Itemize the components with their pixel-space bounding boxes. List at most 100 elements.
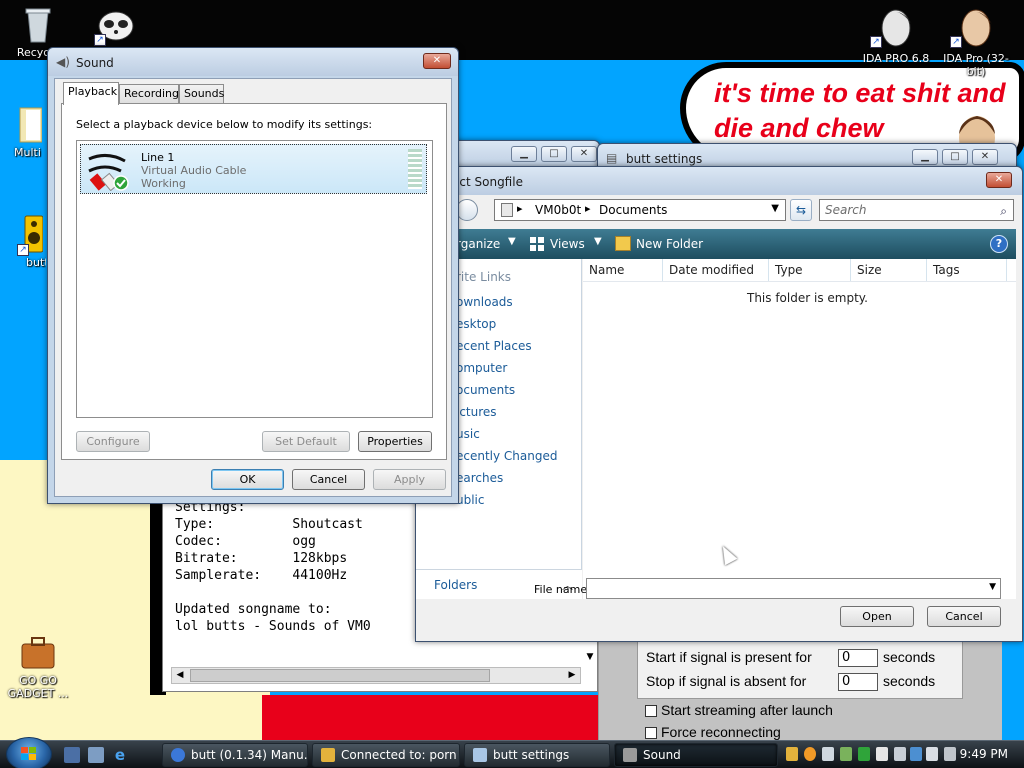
sound-dialog[interactable]: ◀) Sound ✕ Playback Recording Sounds Sel… — [47, 47, 459, 504]
desktop-icon-multi[interactable]: Multi — [0, 104, 44, 159]
butt-tray-icon[interactable] — [786, 747, 798, 761]
force-reconnect-checkbox[interactable] — [645, 727, 657, 739]
help-icon[interactable]: ? — [990, 235, 1008, 253]
nav-link-downloads[interactable]: ownloads — [456, 295, 513, 309]
nav-link-searches[interactable]: earches — [456, 471, 503, 485]
shortcut-arrow-icon: ↗ — [870, 36, 882, 48]
desktop-icon-raccoon[interactable]: ↗ — [78, 4, 154, 46]
column-header-name[interactable]: Name — [583, 259, 663, 281]
folder-location-icon — [501, 203, 513, 217]
tab-playback[interactable]: Playback — [63, 82, 119, 105]
switch-windows-icon[interactable] — [88, 747, 104, 763]
close-button[interactable]: ✕ — [972, 149, 998, 165]
taskbar: e butt (0.1.34) Manu... Connected to: po… — [0, 737, 1024, 768]
nav-link-recently-changed[interactable]: ecently Changed — [456, 449, 557, 463]
nav-link-documents[interactable]: ocuments — [456, 383, 515, 397]
nav-link-pictures[interactable]: ictures — [456, 405, 497, 419]
stop-signal-seconds-input[interactable]: 0 — [838, 673, 878, 691]
device-status: Working — [141, 177, 186, 190]
close-button[interactable]: ✕ — [423, 53, 451, 69]
tray-icon[interactable] — [910, 747, 922, 761]
desktop-icon-butt[interactable]: ↗ butt — [0, 214, 46, 269]
document-tray-icon[interactable] — [822, 747, 834, 761]
desktop-icon-ida-pro-68[interactable]: ↗ IDA PRO 6.8 — [858, 2, 934, 65]
breadcrumb-documents[interactable]: Documents — [599, 203, 667, 217]
desktop-icon-gogo-gadget[interactable]: GO GO GADGET ... — [0, 632, 76, 700]
open-button[interactable]: Open — [840, 606, 914, 627]
file-list[interactable]: Name Date modified Type Size Tags This f… — [583, 259, 1016, 599]
column-header-size[interactable]: Size — [851, 259, 927, 281]
close-button[interactable]: ✕ — [986, 172, 1012, 188]
chevron-down-icon[interactable]: ▼ — [989, 582, 996, 592]
signal-settings-box: Start if signal is present for 0 seconds… — [637, 641, 963, 699]
tray-icon[interactable] — [894, 747, 906, 761]
views-button[interactable]: Views — [550, 237, 585, 251]
log-horizontal-scrollbar[interactable]: ◀ ▶ — [171, 667, 581, 684]
ok-button[interactable]: OK — [211, 469, 284, 490]
nav-link-music[interactable]: usic — [456, 427, 480, 441]
nav-link-public[interactable]: ublic — [456, 493, 485, 507]
breadcrumb-user[interactable]: VM0b0t — [535, 203, 581, 217]
column-header-type[interactable]: Type — [769, 259, 851, 281]
taskbar-item-butt-manual[interactable]: butt (0.1.34) Manu... — [162, 743, 308, 767]
maximize-button[interactable]: □ — [541, 146, 567, 162]
file-name-input[interactable]: ▼ — [586, 578, 1001, 599]
app-tray-icon[interactable] — [840, 747, 852, 761]
apply-button[interactable]: Apply — [373, 469, 446, 490]
column-header-tags[interactable]: Tags — [927, 259, 1007, 281]
audio-cable-icon — [85, 149, 129, 192]
search-icon[interactable]: ⌕ — [1000, 201, 1007, 221]
breadcrumb-arrow-icon: ▸ — [585, 202, 591, 215]
butt-settings-panel: Start if signal is present for 0 seconds… — [598, 641, 1002, 740]
scroll-thumb[interactable] — [190, 669, 490, 682]
search-tray-icon[interactable] — [804, 747, 816, 761]
network-icon[interactable] — [926, 747, 938, 761]
refresh-icon[interactable]: ⇆ — [790, 199, 812, 221]
tray-icon[interactable] — [876, 747, 888, 761]
cancel-button[interactable]: Cancel — [927, 606, 1001, 627]
scroll-down-arrow-icon[interactable]: ▼ — [583, 652, 597, 666]
wallpaper-red-area — [262, 695, 602, 740]
address-bar[interactable]: ▸ VM0b0t ▸ Documents ▼ — [494, 199, 786, 221]
start-button[interactable] — [6, 737, 52, 768]
start-streaming-checkbox[interactable] — [645, 705, 657, 717]
organize-button[interactable]: rganize — [456, 237, 500, 251]
forward-button[interactable] — [456, 199, 478, 221]
butt-settings-icon: ▤ — [606, 151, 618, 165]
internet-explorer-icon[interactable]: e — [112, 747, 128, 763]
scroll-right-arrow-icon[interactable]: ▶ — [564, 668, 580, 683]
playback-panel: Select a playback device below to modify… — [61, 103, 447, 460]
select-songfile-dialog[interactable]: ect Songfile ✕ ▸ VM0b0t ▸ Documents ▼ ⇆ … — [415, 166, 1023, 642]
clock[interactable]: 9:49 PM — [960, 747, 1008, 761]
search-input[interactable]: Search ⌕ — [819, 199, 1014, 221]
nav-link-desktop[interactable]: esktop — [456, 317, 496, 331]
new-folder-button[interactable]: New Folder — [636, 237, 703, 251]
cancel-button[interactable]: Cancel — [292, 469, 365, 490]
set-default-button[interactable]: Set Default — [262, 431, 350, 452]
chevron-down-icon: ▼ — [508, 236, 516, 247]
column-header-date-modified[interactable]: Date modified — [663, 259, 769, 281]
desktop-icon-ida-pro-32[interactable]: ↗ IDA Pro (32-bit) — [938, 2, 1014, 78]
maximize-button[interactable]: □ — [942, 149, 968, 165]
nav-link-computer[interactable]: omputer — [456, 361, 507, 375]
device-row-line-1[interactable]: Line 1 Virtual Audio Cable Working — [80, 144, 427, 194]
taskbar-item-butt-settings[interactable]: butt settings — [464, 743, 610, 767]
green-tray-icon[interactable] — [858, 747, 870, 761]
configure-button[interactable]: Configure — [76, 431, 150, 452]
tab-sounds[interactable]: Sounds — [179, 84, 224, 104]
windows-logo-icon — [21, 747, 36, 760]
show-desktop-icon[interactable] — [64, 747, 80, 763]
close-button[interactable]: ✕ — [571, 146, 597, 162]
minimize-button[interactable]: ▁ — [912, 149, 938, 165]
nav-link-recent-places[interactable]: ecent Places — [456, 339, 532, 353]
start-signal-seconds-input[interactable]: 0 — [838, 649, 878, 667]
taskbar-item-sound[interactable]: Sound — [614, 743, 778, 767]
taskbar-item-connected[interactable]: Connected to: porn — [312, 743, 460, 767]
scroll-left-arrow-icon[interactable]: ◀ — [172, 668, 188, 683]
tab-recording[interactable]: Recording — [119, 84, 179, 104]
properties-button[interactable]: Properties — [358, 431, 432, 452]
volume-icon[interactable] — [944, 747, 956, 761]
device-list[interactable]: Line 1 Virtual Audio Cable Working — [76, 140, 433, 418]
minimize-button[interactable]: ▁ — [511, 146, 537, 162]
address-dropdown-icon[interactable]: ▼ — [771, 203, 779, 214]
